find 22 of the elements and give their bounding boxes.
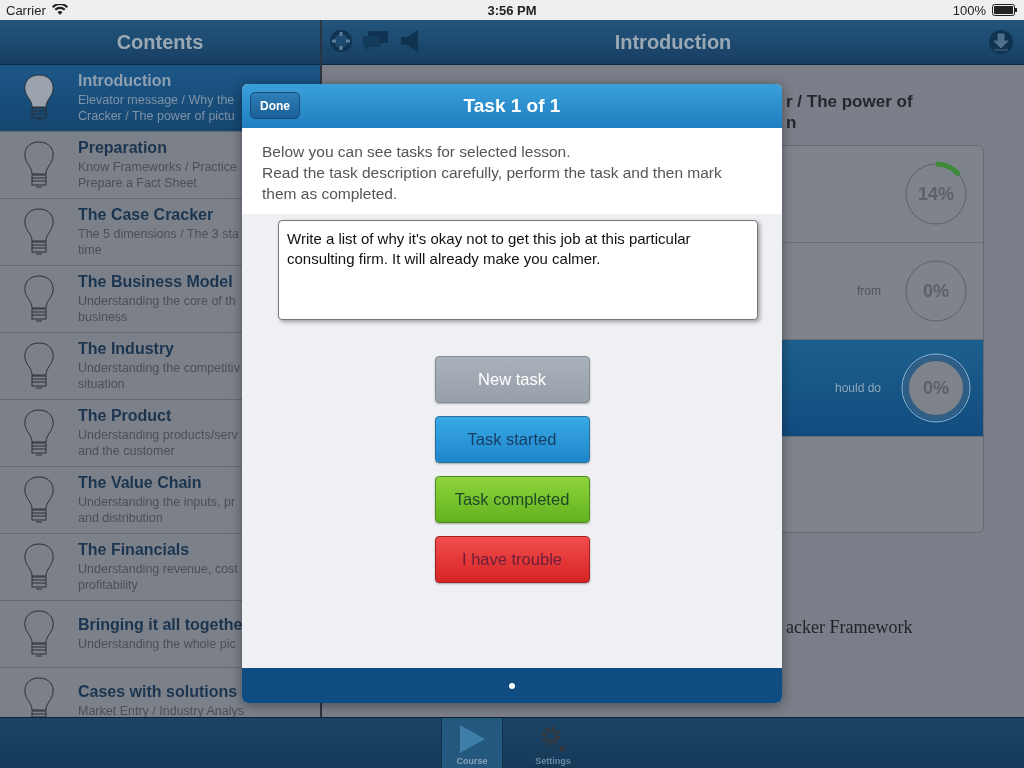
main-title: Introduction — [614, 30, 732, 54]
lesson-title: The Case Cracker — [78, 206, 215, 224]
carrier-label: Carrier — [6, 2, 46, 18]
sidebar-title: Contents — [116, 30, 204, 54]
battery-percent: 100% — [952, 2, 986, 18]
lesson-title: The Financials — [78, 541, 191, 559]
lesson-title: The Business Model — [78, 273, 234, 291]
lesson-title: The Product — [78, 407, 173, 425]
lesson-title: Bringing it all togethe — [78, 616, 243, 634]
lesson-title: Introduction — [78, 72, 173, 90]
lesson-title: Preparation — [78, 139, 168, 157]
framework-text: acker Framework — [786, 617, 914, 638]
status-time: 3:56 PM — [487, 2, 537, 18]
lesson-title: The Value Chain — [78, 474, 203, 492]
lesson-heading: r / The power of n — [786, 91, 914, 133]
dialog-instructions: Below you can see tasks for selected lesson. Read the task description carefully, perform the task and then mark them as completed. — [242, 128, 782, 214]
task-description: Write a list of why it's okay not to get this job at this particular consulting firm. It will already make you calmer. — [278, 220, 758, 320]
lesson-title: Cases with solutions — [78, 683, 239, 701]
lesson-summary: Elevator message / Why the Cracker / The power of pictu — [78, 92, 235, 124]
lesson-text: hould do — [834, 381, 881, 395]
dialog-title: Task 1 of 1 — [463, 95, 561, 117]
lesson-title: The Industry — [78, 340, 175, 358]
